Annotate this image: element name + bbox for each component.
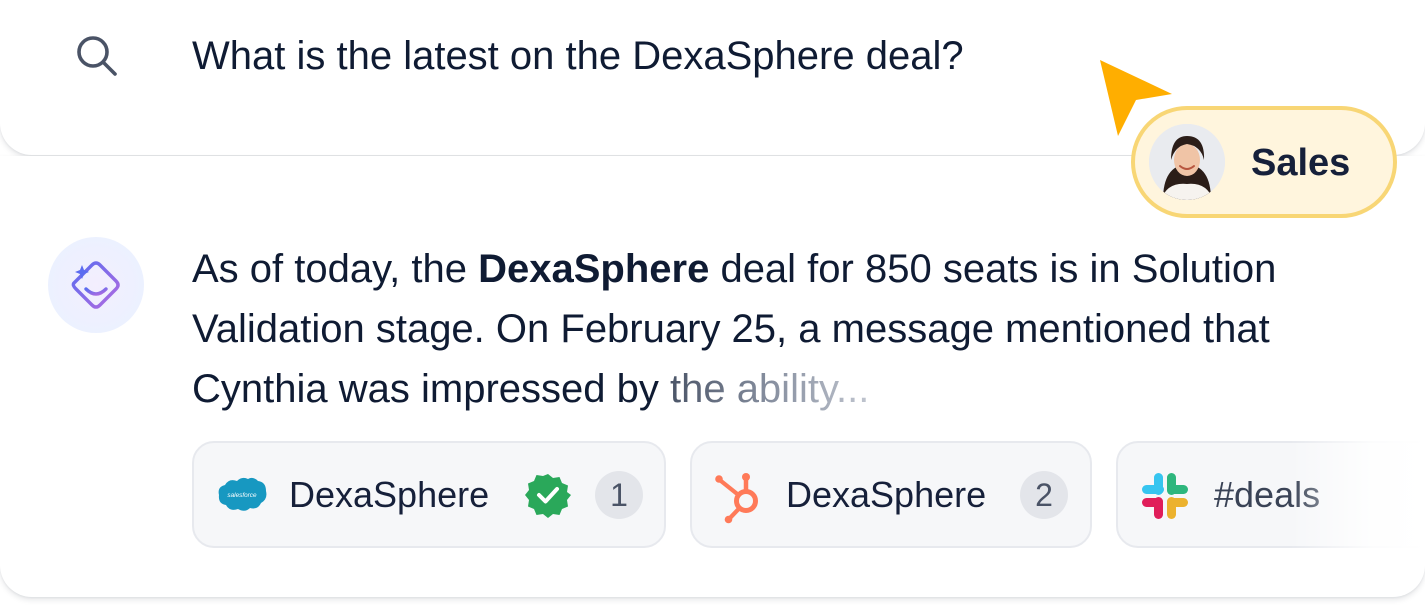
answer-faded-tail: the ability... [669, 367, 870, 411]
answer-intro: As of today, the [192, 247, 479, 291]
source-chip-label: DexaSphere [289, 474, 490, 515]
answer-preview: What is the latest on the DexaSphere dea… [0, 0, 1425, 609]
hubspot-icon [715, 473, 758, 524]
source-chip-salesforce[interactable]: salesforce DexaSphere 1 [192, 441, 666, 548]
salesforce-icon: salesforce [218, 477, 267, 511]
deal-name: DexaSphere [478, 247, 710, 291]
search-input[interactable]: What is the latest on the DexaSphere dea… [192, 32, 964, 80]
edge-fade [1290, 430, 1425, 550]
answer-text: As of today, the DexaSphere deal for 850… [192, 239, 1332, 419]
answer-card: As of today, the DexaSphere deal for 850… [0, 156, 1425, 597]
user-tag: Sales [1131, 106, 1397, 218]
source-chip-label: DexaSphere [786, 474, 987, 515]
avatar [1149, 124, 1225, 200]
svg-text:salesforce: salesforce [227, 492, 257, 499]
slack-icon [1142, 473, 1188, 519]
source-chip-hubspot[interactable]: DexaSphere 2 [690, 441, 1092, 548]
assistant-avatar [48, 237, 144, 333]
verified-icon [525, 474, 571, 518]
user-tag-label: Sales [1251, 142, 1351, 184]
assistant-icon [71, 261, 120, 309]
source-count-badge: 1 [595, 471, 643, 519]
search-icon [77, 36, 117, 76]
source-count-badge: 2 [1020, 471, 1068, 519]
